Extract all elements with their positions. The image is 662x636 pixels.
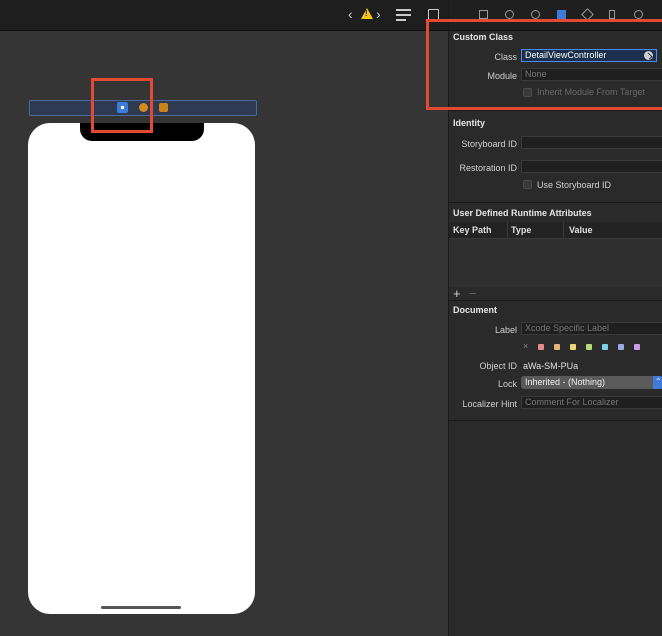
- clear-color-label-button[interactable]: ×: [523, 341, 528, 351]
- document-title: Document: [453, 305, 498, 315]
- object-id-label: Object ID: [479, 361, 517, 371]
- col-type[interactable]: Type: [511, 225, 531, 235]
- chevron-left-icon[interactable]: ‹: [348, 7, 353, 21]
- history-icon[interactable]: [505, 10, 514, 19]
- restoration-id-input[interactable]: [521, 160, 662, 173]
- identity-icon[interactable]: [557, 10, 566, 19]
- localizer-hint-input[interactable]: Comment For Localizer: [521, 396, 662, 409]
- highlight-box: [91, 78, 153, 133]
- editor-options-icon[interactable]: [396, 9, 411, 22]
- color-label-purple[interactable]: [634, 344, 640, 350]
- localizer-hint-label: Localizer Hint: [462, 399, 517, 409]
- help-icon[interactable]: [531, 10, 540, 19]
- color-label-green[interactable]: [586, 344, 592, 350]
- iphone-scene[interactable]: [28, 123, 255, 614]
- color-label-red[interactable]: [538, 344, 544, 350]
- file-icon[interactable]: [479, 10, 488, 19]
- warning-icon[interactable]: [361, 8, 373, 19]
- use-storyboard-id-checkbox[interactable]: [523, 180, 532, 189]
- color-label-yellow[interactable]: [570, 344, 576, 350]
- runtime-attributes-header: Key Path Type Value: [449, 222, 662, 239]
- exit-icon[interactable]: [159, 103, 168, 112]
- section-divider: [449, 202, 662, 203]
- doc-label-placeholder: Xcode Specific Label: [525, 323, 610, 333]
- use-storyboard-id-label: Use Storyboard ID: [537, 180, 612, 190]
- home-indicator: [101, 606, 181, 609]
- storyboard-id-label: Storyboard ID: [461, 139, 517, 149]
- storyboard-canvas[interactable]: ‹ ›: [0, 0, 448, 636]
- color-label-orange[interactable]: [554, 344, 560, 350]
- col-key-path[interactable]: Key Path: [453, 225, 492, 235]
- storyboard-id-input[interactable]: [521, 136, 662, 149]
- section-divider: [449, 420, 662, 421]
- color-label-blue[interactable]: [602, 344, 608, 350]
- section-divider: [449, 110, 662, 111]
- lock-select[interactable]: Inherited - (Nothing): [521, 375, 662, 389]
- lock-value: Inherited - (Nothing): [525, 377, 606, 387]
- object-id-value: aWa-SM-PUa: [523, 361, 579, 371]
- localizer-hint-placeholder: Comment For Localizer: [525, 397, 619, 407]
- runtime-attributes-table[interactable]: [449, 239, 662, 287]
- add-attribute-button[interactable]: +: [453, 286, 461, 301]
- column-separator: [563, 222, 564, 238]
- chevron-right-icon[interactable]: ›: [376, 7, 381, 21]
- col-value[interactable]: Value: [569, 225, 593, 235]
- restoration-id-label: Restoration ID: [459, 163, 517, 173]
- doc-label-input[interactable]: Xcode Specific Label: [521, 322, 662, 335]
- column-separator: [507, 222, 508, 238]
- chevron-updown-icon[interactable]: [653, 375, 662, 389]
- size-icon[interactable]: [609, 10, 615, 19]
- editor-jump-bar: ‹ ›: [0, 0, 448, 31]
- runtime-attributes-title: User Defined Runtime Attributes: [453, 208, 592, 218]
- remove-attribute-button[interactable]: −: [469, 286, 477, 301]
- color-label-indigo[interactable]: [618, 344, 624, 350]
- connections-icon[interactable]: [634, 10, 643, 19]
- highlight-box: [426, 19, 662, 110]
- lock-label: Lock: [497, 379, 517, 389]
- identity-title: Identity: [453, 118, 486, 128]
- doc-label-label: Label: [494, 325, 517, 335]
- section-divider: [449, 300, 662, 301]
